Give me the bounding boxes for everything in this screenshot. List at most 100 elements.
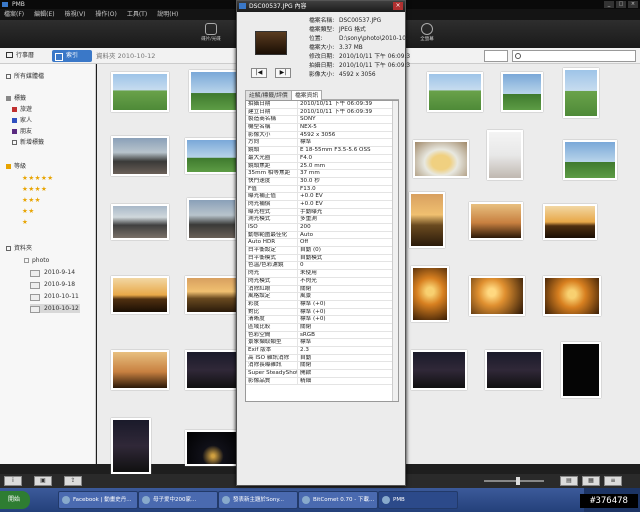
sidebar-tags-header[interactable]: 標籤 xyxy=(6,94,26,103)
folder-date-item-selected[interactable]: 2010-10-12 xyxy=(30,304,80,313)
photo-thumbnail[interactable] xyxy=(543,276,601,316)
taskbar-item[interactable]: 母子爱中200家... xyxy=(138,491,218,509)
photo-thumbnail[interactable] xyxy=(413,140,469,178)
exif-row: 曝光程式 手動曝光 xyxy=(246,208,398,217)
sidebar-all-media[interactable]: 所有媒體檔 xyxy=(6,72,44,81)
zoom-slider-knob[interactable] xyxy=(516,477,520,485)
sidebar-folders-header[interactable]: 資料夾 xyxy=(6,244,32,253)
photo-thumbnail[interactable] xyxy=(485,350,543,390)
info-button[interactable]: i xyxy=(4,476,22,486)
photo-thumbnail[interactable] xyxy=(409,192,445,248)
photo-thumbnail[interactable] xyxy=(411,266,449,322)
rating-4-stars[interactable]: ★★★★ xyxy=(22,185,47,194)
exif-key: 拍攝日期 xyxy=(246,101,298,108)
exif-value: NEX-5 xyxy=(300,124,317,131)
photo-thumbnail[interactable] xyxy=(185,276,241,314)
folder-date-item[interactable]: 2010-9-14 xyxy=(30,268,80,277)
menu-help[interactable]: 說明(H) xyxy=(157,9,178,20)
sidebar-rating-header[interactable]: 等級 xyxy=(6,162,26,171)
fullscreen-button[interactable]: 全螢幕 xyxy=(412,23,442,47)
taskbar-item[interactable]: 發表新主題於Sony... xyxy=(218,491,298,509)
menu-edit[interactable]: 編輯(E) xyxy=(34,9,54,20)
taskbar-item-active[interactable]: PMB xyxy=(378,491,458,509)
calendar-view-tab[interactable]: 行事曆 xyxy=(6,51,34,61)
photo-thumbnail[interactable] xyxy=(187,198,237,240)
grid-view-button[interactable]: ▦ xyxy=(582,476,600,486)
menu-tools[interactable]: 工具(T) xyxy=(127,9,147,20)
menu-file[interactable]: 檔案(F) xyxy=(4,9,24,20)
rating-5-stars[interactable]: ★★★★★ xyxy=(22,174,54,183)
view-mode-button[interactable]: ▤ xyxy=(560,476,578,486)
zoom-slider[interactable] xyxy=(484,480,544,482)
photo-thumbnail[interactable] xyxy=(185,138,241,174)
folder-date-item[interactable]: 2010-9-18 xyxy=(30,280,80,289)
tab-comments-tags-rating[interactable]: 註解/標籤/評價 xyxy=(245,90,292,100)
photo-thumbnail[interactable] xyxy=(469,276,525,316)
photo-thumbnail[interactable] xyxy=(411,350,467,390)
sidebar-tag-travel[interactable]: 旅遊 xyxy=(12,105,32,114)
rating-2-stars[interactable]: ★★ xyxy=(22,207,35,216)
list-view-button[interactable]: ≡ xyxy=(604,476,622,486)
exif-row: 風格設定 風景 xyxy=(246,293,398,301)
windows-taskbar: 開始 Facebook | 動畫史丹... 母子爱中200家... 發表新主題於… xyxy=(0,488,640,512)
photo-thumbnail[interactable] xyxy=(487,130,523,180)
taskbar-item[interactable]: Facebook | 動畫史丹... xyxy=(58,491,138,509)
photo-thumbnail[interactable] xyxy=(111,276,169,314)
previous-photo-button[interactable]: |◀ xyxy=(251,68,267,78)
next-photo-button[interactable]: ▶| xyxy=(275,68,291,78)
menu-view[interactable]: 檢視(V) xyxy=(65,9,86,20)
photo-thumbnail[interactable] xyxy=(111,204,169,240)
tab-file-info[interactable]: 檔案資訊 xyxy=(291,90,323,100)
dialog-titlebar: DSC00537.JPG 內容 × xyxy=(237,1,405,12)
photo-thumbnail[interactable] xyxy=(111,72,169,112)
rating-3-stars[interactable]: ★★★ xyxy=(22,196,41,205)
app-title: PMB xyxy=(12,1,25,8)
photo-thumbnail[interactable] xyxy=(427,72,483,112)
exif-properties-table: 拍攝日期 2010/10/11 下午 06:09:39 建立日期 2010/10/11… xyxy=(245,100,399,402)
exif-key: 風格設定 xyxy=(246,293,298,300)
photo-thumbnail[interactable] xyxy=(111,136,169,176)
exif-value: F13.0 xyxy=(300,185,316,192)
minimize-icon[interactable]: _ xyxy=(604,1,614,8)
exif-row: 曝光補正值 +0.0 EV xyxy=(246,193,398,201)
close-icon[interactable]: × xyxy=(393,2,403,10)
info-row: 位置: D:\sony\photo\2010-10-1 xyxy=(309,36,412,42)
scrollbar[interactable] xyxy=(392,101,398,401)
taskbar-item[interactable]: BitComet 0.70 - 下載... xyxy=(298,491,378,509)
photo-thumbnail[interactable] xyxy=(469,202,523,240)
sidebar-tag-family[interactable]: 家人 xyxy=(12,116,32,125)
folder-date-item[interactable]: 2010-10-11 xyxy=(30,292,80,301)
rating-1-star[interactable]: ★ xyxy=(22,218,28,227)
sidebar-tag-friends[interactable]: 朋友 xyxy=(12,127,32,136)
disc-tool-button[interactable]: 碟片/光碟 xyxy=(196,23,226,47)
photo-thumbnail[interactable] xyxy=(561,342,601,398)
exif-key: 色彩空間 xyxy=(246,331,298,339)
export-button[interactable]: ⇪ xyxy=(64,476,82,486)
photo-thumbnail[interactable] xyxy=(563,140,617,180)
exif-value: 2.3 xyxy=(300,347,309,353)
menu-operate[interactable]: 操作(O) xyxy=(95,9,116,20)
photo-thumbnail[interactable] xyxy=(185,350,243,390)
sidebar-new-tag[interactable]: 新增標籤 xyxy=(12,138,44,147)
photo-thumbnail[interactable] xyxy=(501,72,543,112)
photo-thumbnail[interactable] xyxy=(189,70,239,112)
close-icon[interactable]: × xyxy=(628,1,638,8)
folder-photo[interactable]: photo xyxy=(24,256,49,265)
slideshow-button[interactable]: ▣ xyxy=(34,476,52,486)
exif-row: 清晰度 標準 (+0) xyxy=(246,316,398,324)
exif-value: Auto xyxy=(300,231,313,238)
sort-dropdown[interactable] xyxy=(484,50,508,62)
breadcrumb: 資料夾 2010-10-12 xyxy=(96,52,156,60)
index-view-tab[interactable]: 索引 xyxy=(52,50,92,62)
search-input[interactable] xyxy=(512,50,636,62)
photo-thumbnail[interactable] xyxy=(185,430,241,466)
photo-thumbnail[interactable] xyxy=(563,68,599,118)
maximize-icon[interactable]: □ xyxy=(616,1,626,8)
star-icon xyxy=(6,164,11,169)
start-button[interactable]: 開始 xyxy=(0,491,30,509)
photo-thumbnail[interactable] xyxy=(111,418,151,474)
exif-value: 標準 xyxy=(300,339,312,346)
exif-key: F值 xyxy=(246,185,298,193)
photo-thumbnail[interactable] xyxy=(111,350,169,390)
photo-thumbnail[interactable] xyxy=(543,204,597,240)
